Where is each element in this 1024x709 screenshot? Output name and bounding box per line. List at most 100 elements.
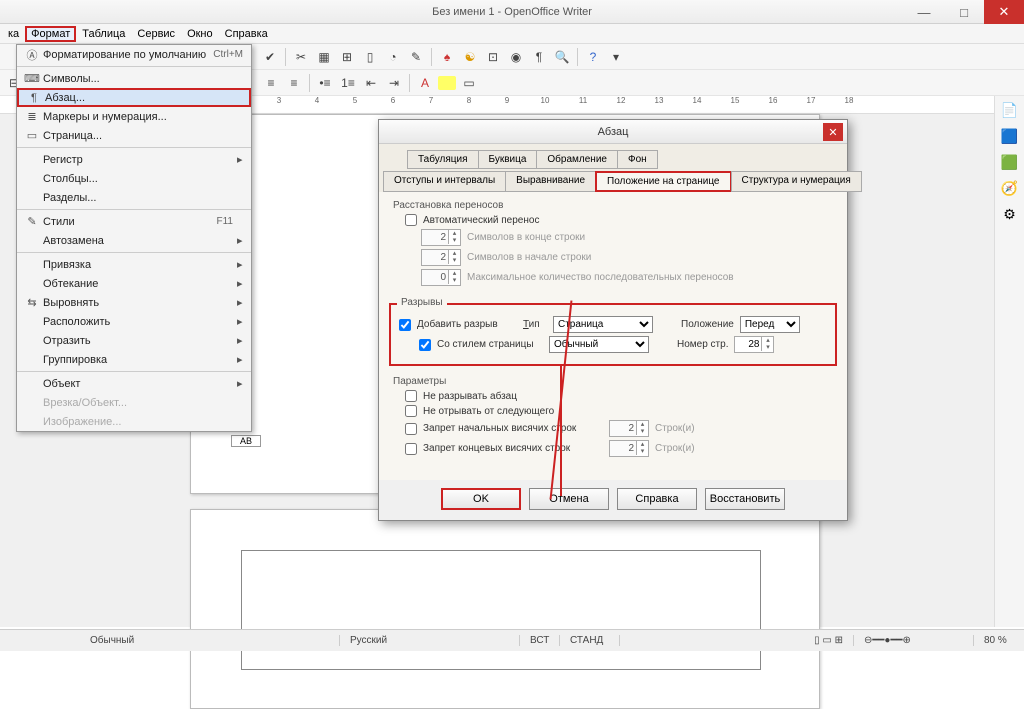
menu-help[interactable]: Справка [219,26,274,42]
auto-hyphen-checkbox[interactable] [405,214,417,226]
draw-icon[interactable]: ✎ [406,47,426,67]
submenu-arrow-icon: ▸ [237,315,247,328]
styles-panel-icon[interactable]: 🟦 [1000,128,1020,148]
tab-outline[interactable]: Структура и нумерация [731,171,862,192]
tab-tabs[interactable]: Табуляция [407,150,479,169]
menu-item-10[interactable]: Обтекание ▸ [17,274,251,293]
more-icon[interactable]: ▾ [606,47,626,67]
position-select[interactable]: Перед [740,316,800,333]
cancel-button[interactable]: Отмена [529,488,609,510]
chars-start-spinner[interactable]: ▴▾ [421,249,461,266]
gallery-icon[interactable]: ⊡ [483,47,503,67]
highlight-icon[interactable] [438,76,456,90]
breaks-title: Разрывы [397,297,447,308]
tab-borders[interactable]: Обрамление [536,150,618,169]
status-lang[interactable]: Русский [340,635,520,646]
menu-item-5[interactable]: Столбцы... [17,169,251,188]
pagenum-spinner[interactable]: ▴▾ [734,336,774,353]
menu-table[interactable]: Таблица [76,26,131,42]
orphan-label: Запрет начальных висячих строк [423,423,603,434]
nonprint-icon[interactable]: ¶ [529,47,549,67]
align-right-icon[interactable]: ≡ [261,73,281,93]
orphan-checkbox[interactable] [405,423,417,435]
orphan-spinner[interactable]: ▴▾ [609,420,649,437]
tab-dropcaps[interactable]: Буквица [478,150,538,169]
menu-item-7[interactable]: ✎ Стили F11 [17,212,251,231]
close-button[interactable]: ✕ [984,0,1024,24]
tab-background[interactable]: Фон [617,150,658,169]
menu-item-icon: ▭ [21,129,43,142]
keep-together-checkbox[interactable] [405,390,417,402]
zoom-value[interactable]: 80 % [974,635,1024,646]
maximize-button[interactable]: □ [944,0,984,24]
minimize-button[interactable]: — [904,0,944,24]
menu-item-label: Обтекание [43,278,233,290]
ok-button[interactable]: OK [441,488,521,510]
find-icon[interactable]: ♠ [437,47,457,67]
max-hyphen-spinner[interactable]: ▴▾ [421,269,461,286]
nav-panel-icon[interactable]: 🧭 [1000,180,1020,200]
insert-break-checkbox[interactable] [399,319,411,331]
zoom-slider[interactable]: ⊖━━●━━⊕ [854,635,974,646]
columns-icon[interactable]: ▯ [360,47,380,67]
menu-item-12[interactable]: Расположить ▸ [17,312,251,331]
tab-indents[interactable]: Отступы и интервалы [383,171,506,192]
func-panel-icon[interactable]: ⚙ [1000,206,1020,226]
menu-item-9[interactable]: Привязка ▸ [17,255,251,274]
widow-checkbox[interactable] [405,443,417,455]
list-bullet-icon[interactable]: •≡ [315,73,335,93]
cut-icon[interactable]: ✂ [291,47,311,67]
menu-item-15[interactable]: Объект ▸ [17,374,251,393]
align-justify-icon[interactable]: ≡ [284,73,304,93]
pagenum-label: Номер стр. [677,339,728,350]
chart-icon[interactable]: ◔ [383,47,403,67]
menu-item-label: Столбцы... [43,173,233,185]
menu-item-3[interactable]: ▭ Страница... [17,126,251,145]
zoom-icon[interactable]: 🔍 [552,47,572,67]
menu-item-11[interactable]: ⇆ Выровнять ▸ [17,293,251,312]
abc-icon[interactable]: ✔ [260,47,280,67]
status-ins[interactable]: ВСТ [520,635,560,646]
table-icon[interactable]: ▦ [314,47,334,67]
chars-end-spinner[interactable]: ▴▾ [421,229,461,246]
list-number-icon[interactable]: 1≡ [338,73,358,93]
menu-item-0[interactable]: ⌨ Символы... [17,69,251,88]
view-icons[interactable]: ▯ ▭ ⊞ [804,635,854,646]
keep-with-next-checkbox[interactable] [405,405,417,417]
menu-item-4[interactable]: Регистр ▸ [17,150,251,169]
menu-default-formatting[interactable]: Ⓐ Форматирование по умолчанию Ctrl+M [17,45,251,64]
tab-textflow[interactable]: Положение на странице [595,171,731,192]
menu-item-8[interactable]: Автозамена ▸ [17,231,251,250]
menu-item-1[interactable]: ¶ Абзац... [17,88,251,107]
gallery-panel-icon[interactable]: 🟩 [1000,154,1020,174]
status-style[interactable]: Обычный [80,635,340,646]
grid-icon[interactable]: ⊞ [337,47,357,67]
reset-button[interactable]: Восстановить [705,488,785,510]
menu-item-13[interactable]: Отразить ▸ [17,331,251,350]
dialog-close-button[interactable]: ✕ [823,123,843,141]
menu-item-6[interactable]: Разделы... [17,188,251,207]
menu-item-label: Маркеры и нумерация... [43,111,233,123]
menu-item-14[interactable]: Группировка ▸ [17,350,251,369]
help-button[interactable]: Справка [617,488,697,510]
menu-item-2[interactable]: ≣ Маркеры и нумерация... [17,107,251,126]
menu-item-label: Абзац... [45,92,231,104]
page-style-select[interactable]: Обычный [549,336,649,353]
bgcolor-icon[interactable]: ▭ [459,73,479,93]
prop-icon[interactable]: 📄 [1000,102,1020,122]
menu-window[interactable]: Окно [181,26,219,42]
widow-spinner[interactable]: ▴▾ [609,440,649,457]
menu-tools[interactable]: Сервис [131,26,181,42]
help-icon[interactable]: ? [583,47,603,67]
indent-inc-icon[interactable]: ⇥ [384,73,404,93]
status-std[interactable]: СТАНД [560,635,620,646]
indent-dec-icon[interactable]: ⇤ [361,73,381,93]
menu-cut[interactable]: ка [2,26,25,42]
menu-format[interactable]: Формат [25,26,76,42]
nav-icon[interactable]: ☯ [460,47,480,67]
tab-alignment[interactable]: Выравнивание [505,171,596,192]
menu-item-icon: ✎ [21,215,43,228]
source-icon[interactable]: ◉ [506,47,526,67]
page-style-checkbox[interactable] [419,339,431,351]
fontcolor-icon[interactable]: A [415,73,435,93]
